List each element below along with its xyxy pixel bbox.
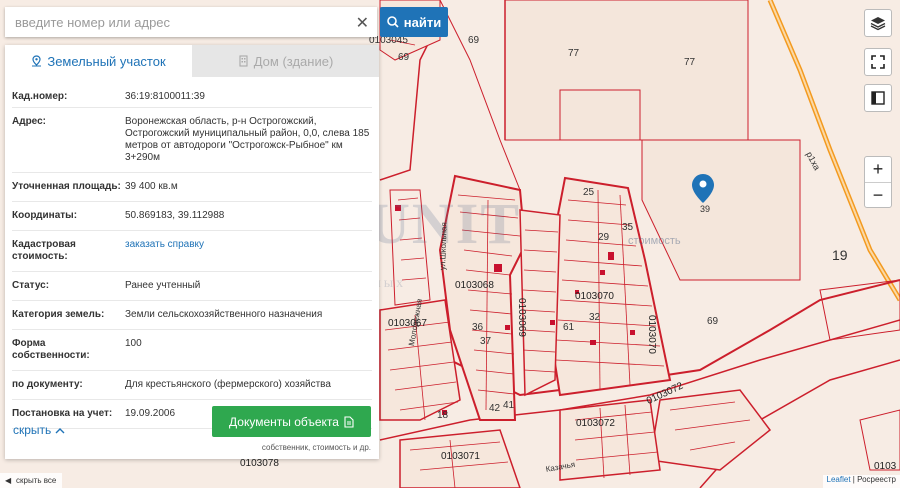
panel-tabs: Земельный участок Дом (здание) bbox=[5, 45, 379, 77]
map-label: 0103070 bbox=[646, 315, 657, 354]
row-cadastral-value: Кадастровая стоимость: заказать справку bbox=[12, 231, 372, 272]
zoom-control: + − bbox=[864, 156, 892, 208]
row-cadastral-number: Кад.номер: 36:19:8100011:39 bbox=[12, 77, 372, 108]
pin-label: 39 bbox=[700, 204, 711, 214]
map-label: 69 bbox=[468, 35, 480, 46]
location-pin-icon bbox=[32, 55, 42, 67]
map-label: 0103 bbox=[874, 461, 897, 472]
tab-label: Земельный участок bbox=[47, 53, 166, 69]
search-bar: ✕ bbox=[5, 7, 377, 37]
arrow-left-icon: ◀ bbox=[5, 476, 12, 485]
map-label: 0103067 bbox=[388, 318, 427, 329]
zoom-in-button[interactable]: + bbox=[865, 157, 891, 183]
map-label: 69 bbox=[707, 316, 719, 327]
info-panel: Земельный участок Дом (здание) Кад.номер… bbox=[5, 45, 379, 459]
collapse-all-button[interactable]: ◀ скрыть все bbox=[0, 473, 63, 488]
search-icon bbox=[386, 16, 399, 28]
documents-subtitle: собственник, стоимость и др. bbox=[261, 443, 371, 452]
map-label: 32 bbox=[589, 312, 601, 323]
map-attribution: Leaflet | Росреестр bbox=[822, 475, 900, 488]
layers-icon bbox=[870, 17, 886, 31]
map-label: 0103072 bbox=[576, 418, 615, 429]
rosreestr-link[interactable]: Росреестр bbox=[857, 475, 896, 484]
map-label: 35 bbox=[622, 222, 634, 233]
clear-icon[interactable]: ✕ bbox=[356, 13, 369, 33]
map-label: 25 bbox=[583, 187, 595, 198]
find-button[interactable]: найти bbox=[380, 7, 448, 37]
map-label: 0103069 bbox=[516, 298, 527, 337]
row-coordinates: Координаты: 50.869183, 39.112988 bbox=[12, 202, 372, 231]
map-label: 61 bbox=[563, 322, 575, 333]
row-status: Статус: Ранее учтенный bbox=[12, 272, 372, 301]
info-rows: Кад.номер: 36:19:8100011:39 Адрес: Ворон… bbox=[5, 77, 379, 429]
map-label: 0103078 bbox=[240, 458, 279, 469]
ruler-icon bbox=[871, 91, 885, 105]
order-certificate-link[interactable]: заказать справку bbox=[125, 239, 372, 263]
map-label: 69 bbox=[398, 52, 410, 63]
object-documents-button[interactable]: Документы объекта bbox=[212, 406, 371, 437]
tab-label: Дом (здание) bbox=[253, 53, 334, 69]
map-label: 37 bbox=[480, 336, 492, 347]
row-by-document: по документу: Для крестьянского (фермерс… bbox=[12, 371, 372, 400]
map-label: 41 bbox=[503, 400, 515, 411]
map-label: 36 bbox=[472, 322, 484, 333]
map-label: 77 bbox=[684, 57, 696, 68]
find-button-label: найти bbox=[403, 14, 442, 30]
row-address: Адрес: Воронежская область, р-н Острогож… bbox=[12, 108, 372, 173]
search-input[interactable] bbox=[5, 13, 347, 31]
leaflet-link[interactable]: Leaflet bbox=[827, 475, 851, 484]
map-label: 29 bbox=[598, 232, 610, 243]
layers-button[interactable] bbox=[864, 9, 892, 37]
map-label: 0103070 bbox=[575, 291, 614, 302]
fullscreen-icon bbox=[871, 55, 885, 69]
fullscreen-button[interactable] bbox=[864, 48, 892, 76]
map-label: 0103068 bbox=[455, 280, 494, 291]
row-area: Уточненная площадь: 39 400 кв.м bbox=[12, 173, 372, 202]
row-land-category: Категория земель: Земли сельскохозяйстве… bbox=[12, 301, 372, 330]
chevron-up-icon bbox=[55, 428, 65, 434]
building-icon bbox=[239, 55, 248, 67]
map-label: 0103071 bbox=[441, 451, 480, 462]
map-label: 42 bbox=[489, 403, 501, 414]
row-ownership: Форма собственности: 100 bbox=[12, 330, 372, 371]
map-label: 77 bbox=[568, 48, 580, 59]
tab-house[interactable]: Дом (здание) bbox=[192, 45, 379, 77]
document-icon bbox=[344, 415, 354, 428]
street-label: ул.Школьная bbox=[438, 222, 449, 271]
zoom-out-button[interactable]: − bbox=[865, 183, 891, 208]
hide-panel-link[interactable]: скрыть bbox=[13, 423, 65, 437]
region-number: 19 bbox=[832, 247, 848, 263]
watermark-overlay-text: стоимость bbox=[628, 235, 681, 247]
tab-land-plot[interactable]: Земельный участок bbox=[5, 45, 192, 77]
ruler-button[interactable] bbox=[864, 84, 892, 112]
map-label: 18 bbox=[437, 410, 449, 421]
